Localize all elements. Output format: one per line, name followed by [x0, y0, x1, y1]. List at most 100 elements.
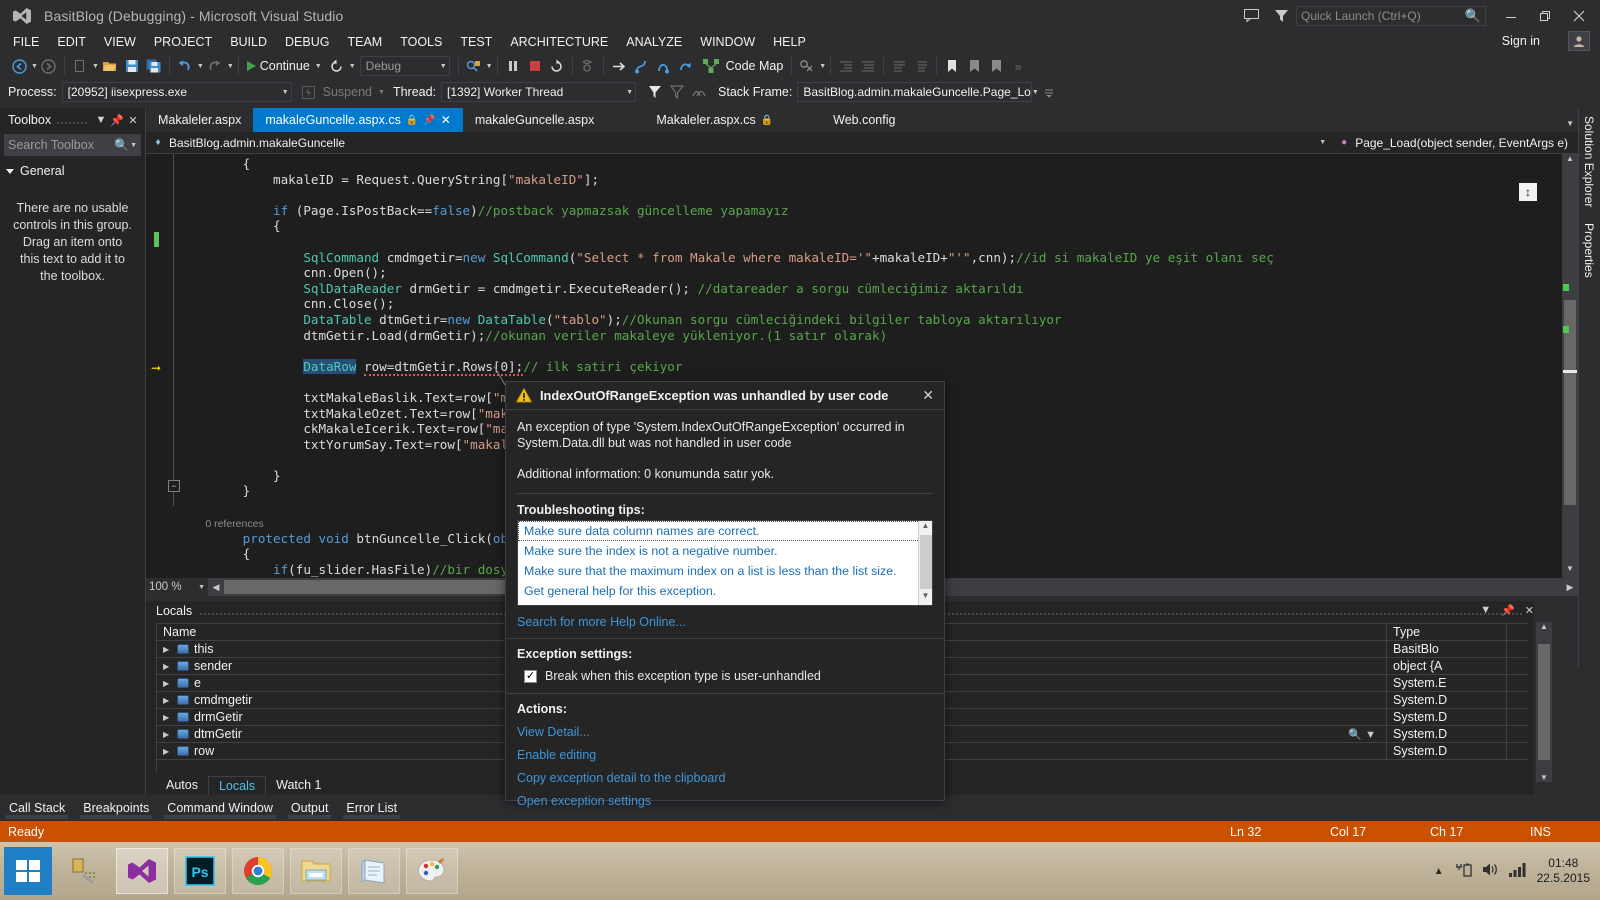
search-icon[interactable]: 🔍 [1465, 8, 1481, 24]
locals-vertical-scrollbar[interactable]: ▲ ▼ [1536, 622, 1552, 782]
close-icon[interactable]: ✕ [1525, 604, 1534, 617]
uncomment-icon[interactable] [910, 55, 932, 77]
search-help-online-link[interactable]: Search for more Help Online... [517, 615, 933, 629]
editor-vertical-scrollbar[interactable]: ▲ ▼ [1562, 154, 1578, 578]
maximize-button[interactable] [1528, 2, 1562, 30]
threads-icon[interactable] [688, 81, 710, 103]
scroll-up-icon[interactable]: ▲ [1536, 622, 1552, 631]
solution-config-combo[interactable]: Debug ▼ [359, 56, 450, 76]
attach-to-process-icon[interactable] [463, 55, 485, 77]
search-icon[interactable]: 🔍 [114, 138, 129, 152]
tab-error-list[interactable]: Error List [337, 795, 406, 821]
save-icon[interactable] [121, 55, 143, 77]
expander-icon[interactable]: ▶ [163, 696, 172, 705]
paint-icon[interactable] [406, 848, 458, 894]
undo-caret-icon[interactable]: ▼ [197, 63, 204, 70]
outdent-icon[interactable] [835, 55, 857, 77]
flag-icon[interactable] [644, 81, 666, 103]
menu-edit[interactable]: EDIT [48, 33, 94, 51]
undo-icon[interactable] [174, 55, 196, 77]
battery-icon[interactable] [1454, 862, 1472, 881]
scroll-up-icon[interactable]: ▲ [1562, 154, 1578, 168]
flag-filter-icon[interactable] [666, 81, 688, 103]
document-tab-makaleler-aspx[interactable]: Makaleler.aspx [146, 108, 253, 132]
toolbox-group-general[interactable]: General [6, 164, 139, 178]
chevron-down-icon[interactable]: ▼ [93, 114, 109, 126]
continue-button[interactable]: Continue ▼ [243, 59, 326, 73]
menu-architecture[interactable]: ARCHITECTURE [501, 33, 617, 51]
scroll-down-icon[interactable]: ▼ [919, 591, 932, 605]
code-map-label[interactable]: Code Map [722, 59, 788, 73]
tab-watch-1[interactable]: Watch 1 [266, 776, 331, 794]
network-icon[interactable] [1508, 862, 1527, 880]
document-tab-makaleler-aspx-cs[interactable]: Makaleler.aspx.cs 🔒 [644, 108, 785, 132]
enable-editing-link[interactable]: Enable editing [517, 748, 933, 762]
menu-view[interactable]: VIEW [95, 33, 145, 51]
tip-link-1[interactable]: Make sure data column names are correct. [518, 521, 932, 541]
scrollbar-thumb[interactable] [920, 535, 932, 589]
notepad-icon[interactable] [348, 848, 400, 894]
pin-icon[interactable]: 📌 [1501, 604, 1515, 617]
document-tab-web-config[interactable]: Web.config [821, 108, 907, 132]
chrome-icon[interactable] [232, 848, 284, 894]
splitter-handle[interactable]: ↕ [1519, 183, 1537, 201]
menu-test[interactable]: TEST [451, 33, 501, 51]
windows-start-icon[interactable] [4, 847, 52, 895]
attach-caret-icon[interactable]: ▼ [486, 63, 493, 70]
column-header-type[interactable]: Type [1387, 624, 1507, 640]
tab-call-stack[interactable]: Call Stack [0, 795, 74, 821]
open-file-icon[interactable] [99, 55, 121, 77]
restart-icon[interactable] [326, 55, 348, 77]
break-when-unhandled-checkbox[interactable]: ✓ [524, 669, 537, 683]
expander-icon[interactable]: ▶ [163, 679, 172, 688]
pin-icon[interactable]: 📌 [109, 114, 125, 127]
stop-icon[interactable] [524, 55, 546, 77]
volume-icon[interactable] [1482, 862, 1499, 880]
scroll-down-icon[interactable]: ▼ [1536, 773, 1552, 782]
expander-icon[interactable]: ▶ [163, 730, 172, 739]
expander-icon[interactable]: ▶ [163, 645, 172, 654]
scrollbar-thumb[interactable] [1538, 644, 1550, 760]
menu-tools[interactable]: TOOLS [391, 33, 451, 51]
tip-link-3[interactable]: Make sure that the maximum index on a li… [518, 561, 932, 581]
lock-icon[interactable]: 🔒 [761, 115, 773, 126]
search-icon[interactable]: 🔍 ▼ [1348, 728, 1380, 741]
comment-icon[interactable] [888, 55, 910, 77]
close-button[interactable] [1562, 2, 1596, 30]
menu-build[interactable]: BUILD [221, 33, 276, 51]
copy-exception-detail-link[interactable]: Copy exception detail to the clipboard [517, 771, 933, 785]
sign-in-link[interactable]: Sign in [1502, 34, 1540, 48]
toolbar-overflow-icon[interactable]: » [1007, 55, 1029, 77]
step-into-icon[interactable] [630, 55, 652, 77]
troubleshooting-tips-list[interactable]: Make sure data column names are correct.… [517, 520, 933, 606]
redo-caret-icon[interactable]: ▼ [227, 63, 234, 70]
scroll-down-icon[interactable]: ▼ [1562, 564, 1578, 578]
restart-caret-icon[interactable]: ▼ [349, 63, 356, 70]
scroll-up-icon[interactable]: ▲ [919, 521, 932, 535]
chevron-down-icon[interactable]: ▼ [1480, 604, 1491, 617]
pause-icon[interactable] [502, 55, 524, 77]
breakpoint-caret-icon[interactable]: ▼ [819, 63, 826, 70]
show-next-statement-icon[interactable] [577, 55, 599, 77]
tab-properties[interactable]: Properties [1579, 215, 1599, 286]
visual-studio-icon[interactable] [116, 848, 168, 894]
menu-team[interactable]: TEAM [338, 33, 391, 51]
tip-link-4[interactable]: Get general help for this exception. [518, 581, 932, 601]
outlining-collapse-icon[interactable]: − [168, 480, 180, 492]
zoom-level-combo[interactable]: 100 % ▼ [146, 578, 208, 596]
continue-caret-icon[interactable]: ▼ [315, 63, 322, 70]
photoshop-icon[interactable]: Ps [174, 848, 226, 894]
code-map-icon[interactable] [700, 55, 722, 77]
tab-command-window[interactable]: Command Window [158, 795, 282, 821]
tab-breakpoints[interactable]: Breakpoints [74, 795, 158, 821]
close-icon[interactable]: ✕ [918, 387, 938, 404]
open-exception-settings-link[interactable]: Open exception settings [517, 794, 933, 808]
expander-icon[interactable]: ▶ [163, 747, 172, 756]
break-when-unhandled-row[interactable]: ✓ Break when this exception type is user… [524, 669, 933, 683]
scroll-left-icon[interactable]: ◀ [208, 582, 224, 593]
feedback-icon[interactable] [1236, 4, 1266, 28]
bookmark-icon[interactable] [941, 55, 963, 77]
document-tab-makaleguncelle-aspx-cs[interactable]: makaleGuncelle.aspx.cs 🔒 📌 ✕ [253, 108, 463, 132]
menu-analyze[interactable]: ANALYZE [617, 33, 691, 51]
tab-output[interactable]: Output [282, 795, 338, 821]
